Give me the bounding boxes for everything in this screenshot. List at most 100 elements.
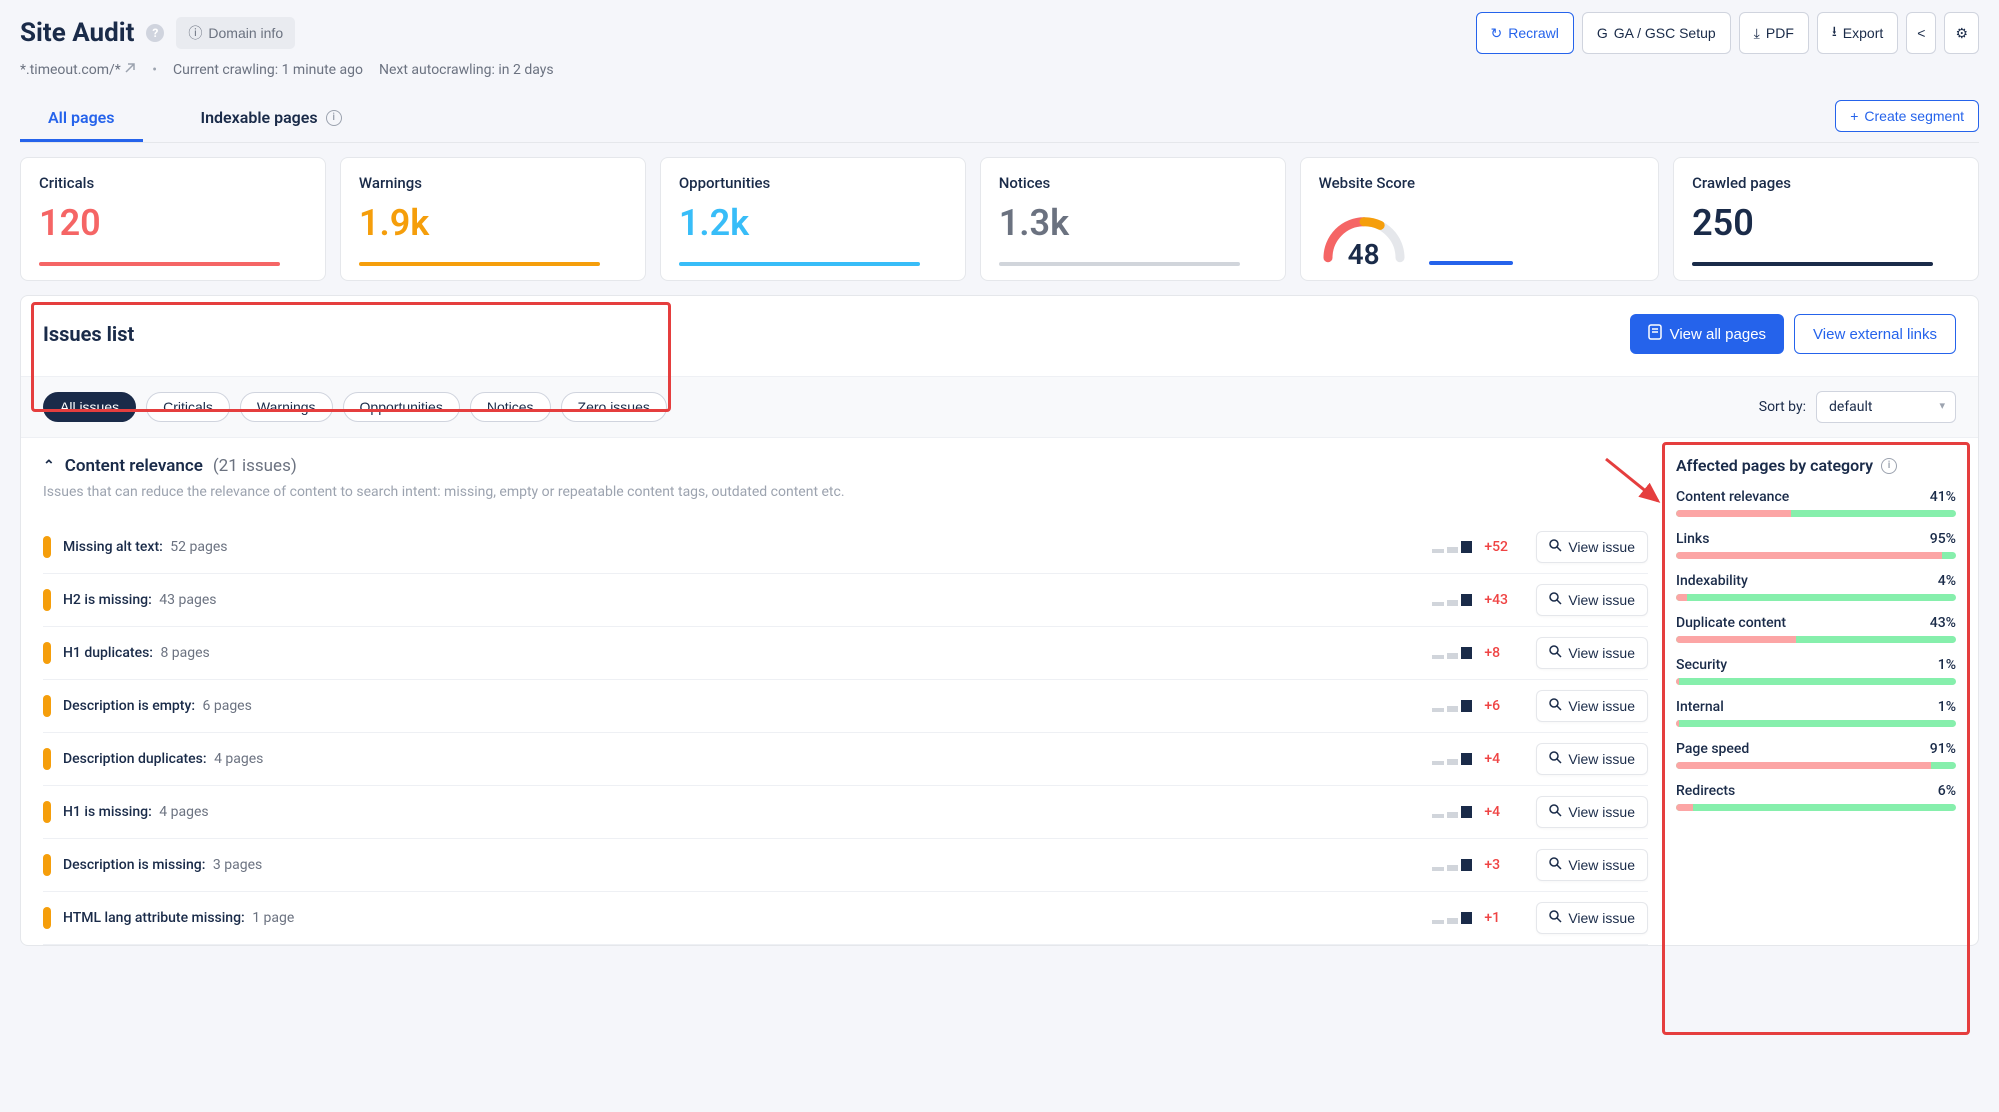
card-notices[interactable]: Notices 1.3k <box>980 157 1286 281</box>
category-bar-fill <box>1676 636 1796 643</box>
search-icon <box>1549 804 1562 820</box>
view-issue-button[interactable]: View issue <box>1536 637 1648 669</box>
issue-name[interactable]: HTML lang attribute missing: <box>63 910 245 926</box>
category-row[interactable]: Page speed 91% <box>1676 741 1956 769</box>
tab-indexable-pages[interactable]: Indexable pages i <box>173 96 370 142</box>
info-icon[interactable]: i <box>326 110 342 126</box>
issue-name[interactable]: H1 is missing: <box>63 804 152 820</box>
issue-name[interactable]: H2 is missing: <box>63 592 152 608</box>
filter-notices[interactable]: Notices <box>470 392 551 422</box>
issue-name[interactable]: Description duplicates: <box>63 751 207 767</box>
issue-name[interactable]: Description is missing: <box>63 857 205 873</box>
filter-zero-issues[interactable]: Zero issues <box>561 392 667 422</box>
sparkline <box>1432 700 1472 712</box>
view-issue-label: View issue <box>1568 910 1635 926</box>
gsc-label: GA / GSC Setup <box>1614 25 1716 41</box>
tab-indexable-label: Indexable pages <box>201 108 318 127</box>
issue-delta: +52 <box>1484 539 1524 555</box>
sort-select[interactable]: default <box>1816 391 1956 423</box>
category-row[interactable]: Internal 1% <box>1676 699 1956 727</box>
severity-indicator <box>43 854 51 876</box>
category-row[interactable]: Indexability 4% <box>1676 573 1956 601</box>
pdf-button[interactable]: ⤓ PDF <box>1739 12 1809 54</box>
view-all-label: View all pages <box>1670 326 1766 343</box>
help-icon[interactable]: ? <box>146 24 164 42</box>
separator-dot: • <box>152 62 157 78</box>
card-bar <box>1692 262 1933 266</box>
view-issue-label: View issue <box>1568 592 1635 608</box>
issue-name[interactable]: Missing alt text: <box>63 539 163 555</box>
category-row[interactable]: Redirects 6% <box>1676 783 1956 811</box>
issue-delta: +4 <box>1484 804 1524 820</box>
card-website-score[interactable]: Website Score 48 <box>1300 157 1659 281</box>
category-bar <box>1676 762 1956 769</box>
category-row[interactable]: Links 95% <box>1676 531 1956 559</box>
category-row[interactable]: Content relevance 41% <box>1676 489 1956 517</box>
category-bar <box>1676 594 1956 601</box>
issue-delta: +8 <box>1484 645 1524 661</box>
card-label: Notices <box>999 174 1267 192</box>
category-name: Security <box>1676 657 1727 673</box>
issue-delta: +3 <box>1484 857 1524 873</box>
issue-page-count: 3 pages <box>213 857 262 873</box>
card-warnings[interactable]: Warnings 1.9k <box>340 157 646 281</box>
group-description: Issues that can reduce the relevance of … <box>43 482 1648 503</box>
view-issue-button[interactable]: View issue <box>1536 584 1648 616</box>
issue-name[interactable]: H1 duplicates: <box>63 645 153 661</box>
issue-row: HTML lang attribute missing: 1 page +1 V… <box>43 892 1648 945</box>
view-issue-label: View issue <box>1568 751 1635 767</box>
card-value: 1.3k <box>999 202 1267 244</box>
issue-name[interactable]: Description is empty: <box>63 698 195 714</box>
category-bar <box>1676 636 1956 643</box>
filter-criticals[interactable]: Criticals <box>146 392 230 422</box>
gsc-setup-button[interactable]: G GA / GSC Setup <box>1582 12 1731 54</box>
issue-row: Description is empty: 6 pages +6 View is… <box>43 680 1648 733</box>
view-issue-button[interactable]: View issue <box>1536 849 1648 881</box>
card-criticals[interactable]: Criticals 120 <box>20 157 326 281</box>
view-issue-button[interactable]: View issue <box>1536 902 1648 934</box>
filter-all-issues[interactable]: All issues <box>43 392 136 422</box>
category-bar-fill <box>1676 510 1791 517</box>
domain-info-button[interactable]: ⓘ Domain info <box>176 17 295 49</box>
category-bar <box>1676 804 1956 811</box>
issue-page-count: 52 pages <box>170 539 227 555</box>
category-bar <box>1676 510 1956 517</box>
search-icon <box>1549 910 1562 926</box>
view-issue-button[interactable]: View issue <box>1536 743 1648 775</box>
domain-label[interactable]: *.timeout.com/* <box>20 62 136 78</box>
export-button[interactable]: ⭳ Export <box>1817 12 1898 54</box>
filter-warnings[interactable]: Warnings <box>240 392 333 422</box>
view-all-pages-button[interactable]: View all pages <box>1630 314 1784 354</box>
recrawl-button[interactable]: ↻ Recrawl <box>1476 12 1574 54</box>
view-issue-label: View issue <box>1568 857 1635 873</box>
category-bar <box>1676 552 1956 559</box>
recrawl-label: Recrawl <box>1508 25 1559 41</box>
sparkline <box>1432 806 1472 818</box>
score-value: 48 <box>1319 238 1409 271</box>
view-issue-button[interactable]: View issue <box>1536 796 1648 828</box>
card-opportunities[interactable]: Opportunities 1.2k <box>660 157 966 281</box>
create-segment-button[interactable]: + Create segment <box>1835 100 1979 132</box>
settings-button[interactable]: ⚙ <box>1944 12 1979 54</box>
category-row[interactable]: Security 1% <box>1676 657 1956 685</box>
share-button[interactable]: < <box>1906 12 1936 54</box>
view-external-links-button[interactable]: View external links <box>1794 314 1956 354</box>
info-icon[interactable]: i <box>1881 458 1897 474</box>
view-issue-button[interactable]: View issue <box>1536 690 1648 722</box>
tab-all-pages[interactable]: All pages <box>20 96 143 142</box>
search-icon <box>1549 751 1562 767</box>
filter-opportunities[interactable]: Opportunities <box>343 392 460 422</box>
issue-page-count: 6 pages <box>203 698 252 714</box>
issue-delta: +4 <box>1484 751 1524 767</box>
category-bar <box>1676 678 1956 685</box>
info-icon: ⓘ <box>188 23 202 43</box>
category-percent: 43% <box>1930 615 1956 631</box>
category-row[interactable]: Duplicate content 43% <box>1676 615 1956 643</box>
search-icon <box>1549 592 1562 608</box>
view-issue-button[interactable]: View issue <box>1536 531 1648 563</box>
category-percent: 1% <box>1938 699 1956 715</box>
issue-page-count: 1 page <box>252 910 294 926</box>
card-crawled-pages[interactable]: Crawled pages 250 <box>1673 157 1979 281</box>
issue-group-header[interactable]: ⌃ Content relevance (21 issues) <box>43 456 1648 476</box>
card-label: Website Score <box>1319 174 1640 192</box>
